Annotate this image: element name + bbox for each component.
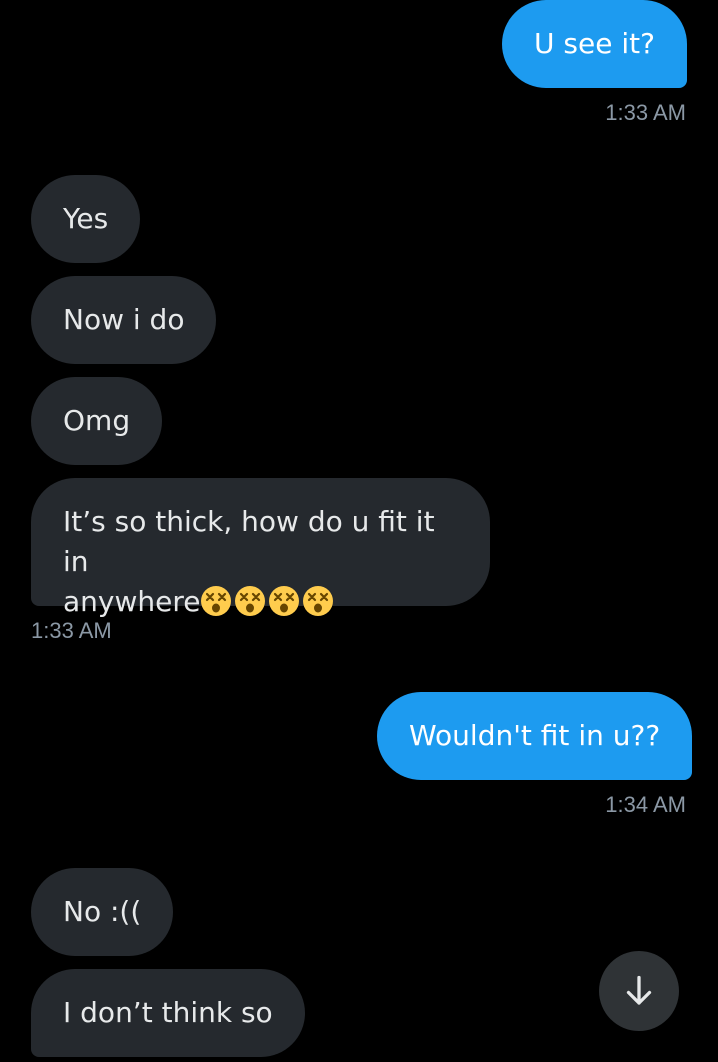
message-bubble-received[interactable]: No :((: [31, 868, 174, 956]
arrow-down-icon: [626, 975, 652, 1005]
message-text: anywhere: [63, 585, 201, 618]
scroll-to-bottom-button[interactable]: [599, 951, 679, 1031]
message-bubble-received[interactable]: I don’t think so: [31, 969, 305, 1057]
message-bubble-received[interactable]: It’s so thick, how do u fit it in anywhe…: [31, 478, 490, 618]
message-bubble-sent[interactable]: Wouldn't fit in u??: [377, 692, 693, 780]
message-line: It’s so thick, how do u fit it in: [63, 505, 435, 578]
message-bubble-received[interactable]: Now i do: [31, 276, 217, 364]
message-bubble-sent[interactable]: U see it?: [502, 0, 687, 88]
emoji-row: [200, 585, 336, 618]
message-timestamp: 1:33 AM: [31, 618, 112, 643]
dizzy-face-emoji: [201, 586, 232, 616]
conversation-view: U see it? 1:33 AM Yes Now i do Omg It’s …: [0, 0, 718, 1062]
message-line: anywhere: [63, 582, 458, 622]
dizzy-face-emoji: [235, 586, 266, 616]
message-bubble-received[interactable]: Omg: [31, 377, 163, 465]
dizzy-face-emoji: [269, 586, 300, 616]
dizzy-face-emoji: [303, 586, 334, 616]
message-timestamp: 1:33 AM: [605, 100, 686, 125]
message-timestamp: 1:34 AM: [605, 792, 686, 817]
message-bubble-received[interactable]: Yes: [31, 175, 141, 263]
